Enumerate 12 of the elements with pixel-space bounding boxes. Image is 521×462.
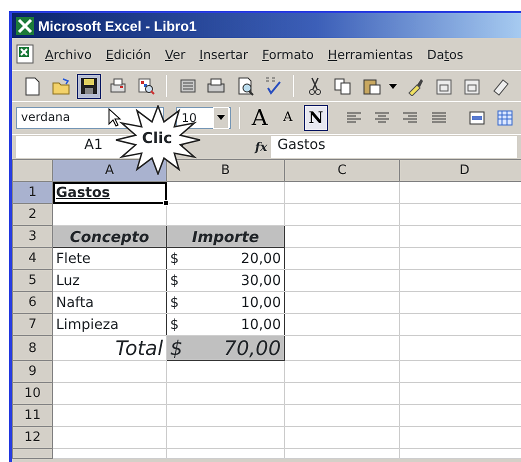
currency-symbol: $ <box>170 336 183 360</box>
currency-symbol: $ <box>170 272 179 288</box>
currency-symbol: $ <box>170 250 179 266</box>
amount: 10,00 <box>240 316 281 332</box>
currency-symbol: $ <box>170 294 179 310</box>
window-title: Microsoft Excel - Libro1 <box>38 18 197 34</box>
amount: 30,00 <box>240 272 281 288</box>
amount: 20,00 <box>240 250 281 266</box>
amount: 10,00 <box>240 294 281 310</box>
font-size-value: 10 <box>181 111 197 125</box>
amount: 70,00 <box>224 336 281 360</box>
currency-symbol: $ <box>170 316 179 332</box>
